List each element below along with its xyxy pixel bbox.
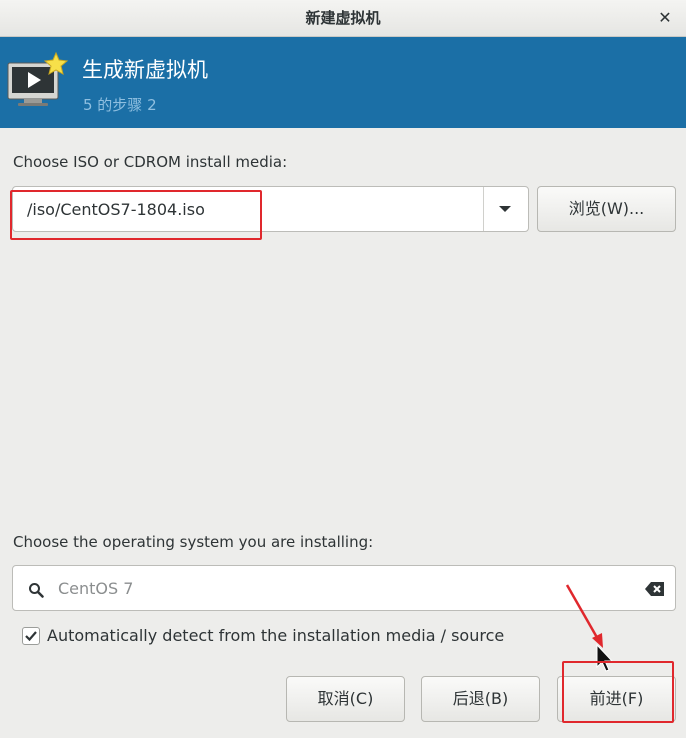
annotation-highlight-forward (562, 661, 674, 723)
auto-detect-checkbox[interactable] (22, 627, 40, 645)
annotation-highlight-iso (10, 190, 262, 240)
step-indicator: 5 的步骤 2 (83, 96, 157, 114)
close-icon[interactable]: ✕ (654, 7, 676, 29)
title-bar: 新建虚拟机 ✕ (0, 0, 686, 37)
annotation-arrow (565, 584, 614, 672)
browse-button[interactable]: 浏览(W)... (537, 186, 676, 232)
install-media-label: Choose ISO or CDROM install media: (13, 153, 288, 171)
banner-title: 生成新虚拟机 (82, 58, 208, 82)
combo-divider (483, 187, 484, 231)
virtual-machine-icon (7, 51, 69, 106)
dropdown-arrow-icon[interactable] (499, 206, 511, 212)
clear-text-icon[interactable] (645, 582, 665, 596)
os-select-label: Choose the operating system you are inst… (13, 533, 374, 551)
checkmark-icon (25, 631, 37, 642)
window-title: 新建虚拟机 (305, 9, 381, 27)
os-search-value[interactable]: CentOS 7 (58, 566, 133, 612)
auto-detect-label[interactable]: Automatically detect from the installati… (47, 626, 504, 645)
header-banner: 生成新虚拟机 5 的步骤 2 (0, 37, 686, 128)
cancel-button[interactable]: 取消(C) (286, 676, 405, 722)
search-icon (29, 583, 44, 598)
back-button[interactable]: 后退(B) (421, 676, 540, 722)
